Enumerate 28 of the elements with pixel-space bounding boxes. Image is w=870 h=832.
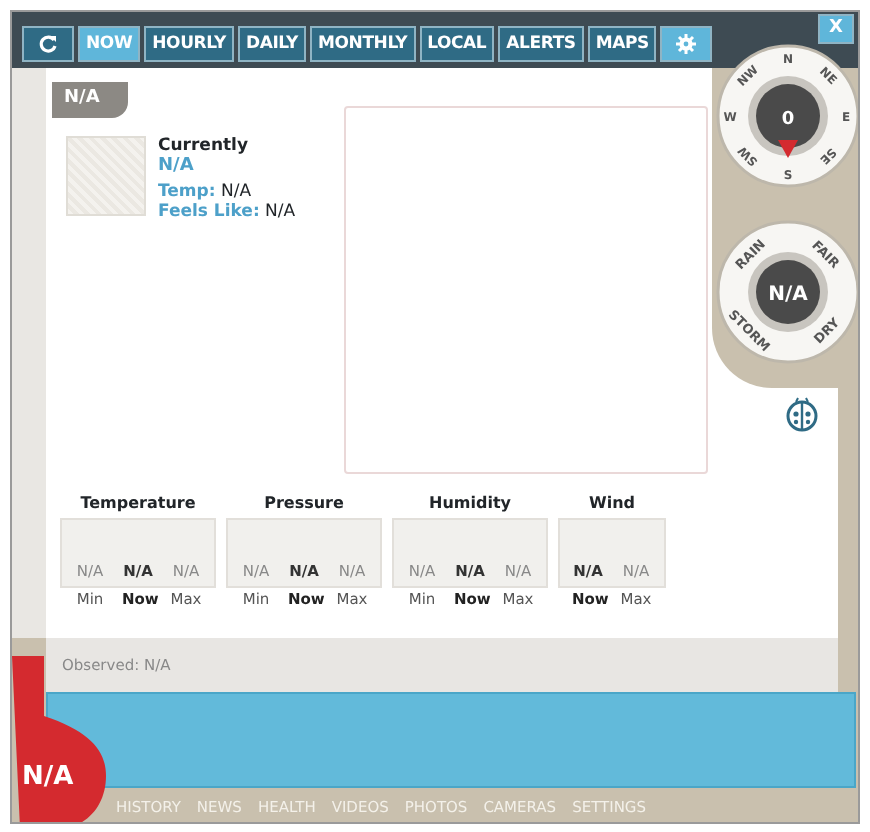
tab[interactable]: ALERTS	[498, 26, 584, 62]
condition-text: N/A	[158, 155, 196, 175]
tab[interactable]: NOW	[78, 26, 141, 62]
dial-value: 0	[781, 110, 795, 130]
refresh-button[interactable]	[22, 26, 74, 62]
location-tab[interactable]: N/A	[52, 82, 128, 117]
dial-value: N/A	[768, 284, 808, 306]
tab[interactable]: HOURLY	[144, 26, 234, 62]
ladybug-icon[interactable]	[784, 396, 820, 432]
tab[interactable]: MAPS	[587, 26, 657, 62]
thermometer-value: N/A	[22, 760, 74, 796]
stat-title: Humidity	[429, 492, 511, 516]
tab[interactable]: LOCAL	[419, 26, 495, 62]
weather-icon	[66, 135, 146, 215]
feels-like-label: Feels Like:	[158, 201, 260, 221]
settings-icon	[676, 33, 697, 54]
close-button[interactable]: X	[818, 14, 854, 44]
refresh-icon	[38, 33, 58, 54]
stat-title: Pressure	[264, 492, 344, 516]
temp-value: N/A	[220, 181, 252, 201]
currently-heading: Currently	[158, 135, 251, 155]
temp-label: Temp:	[158, 181, 216, 201]
tab[interactable]: DAILY	[237, 26, 307, 62]
stat-title: Wind	[589, 492, 635, 516]
tab[interactable]: MONTHLY	[310, 26, 416, 62]
needle-icon	[778, 140, 798, 158]
feels-like-value: N/A	[265, 201, 296, 221]
stat-title: Temperature	[80, 492, 196, 516]
